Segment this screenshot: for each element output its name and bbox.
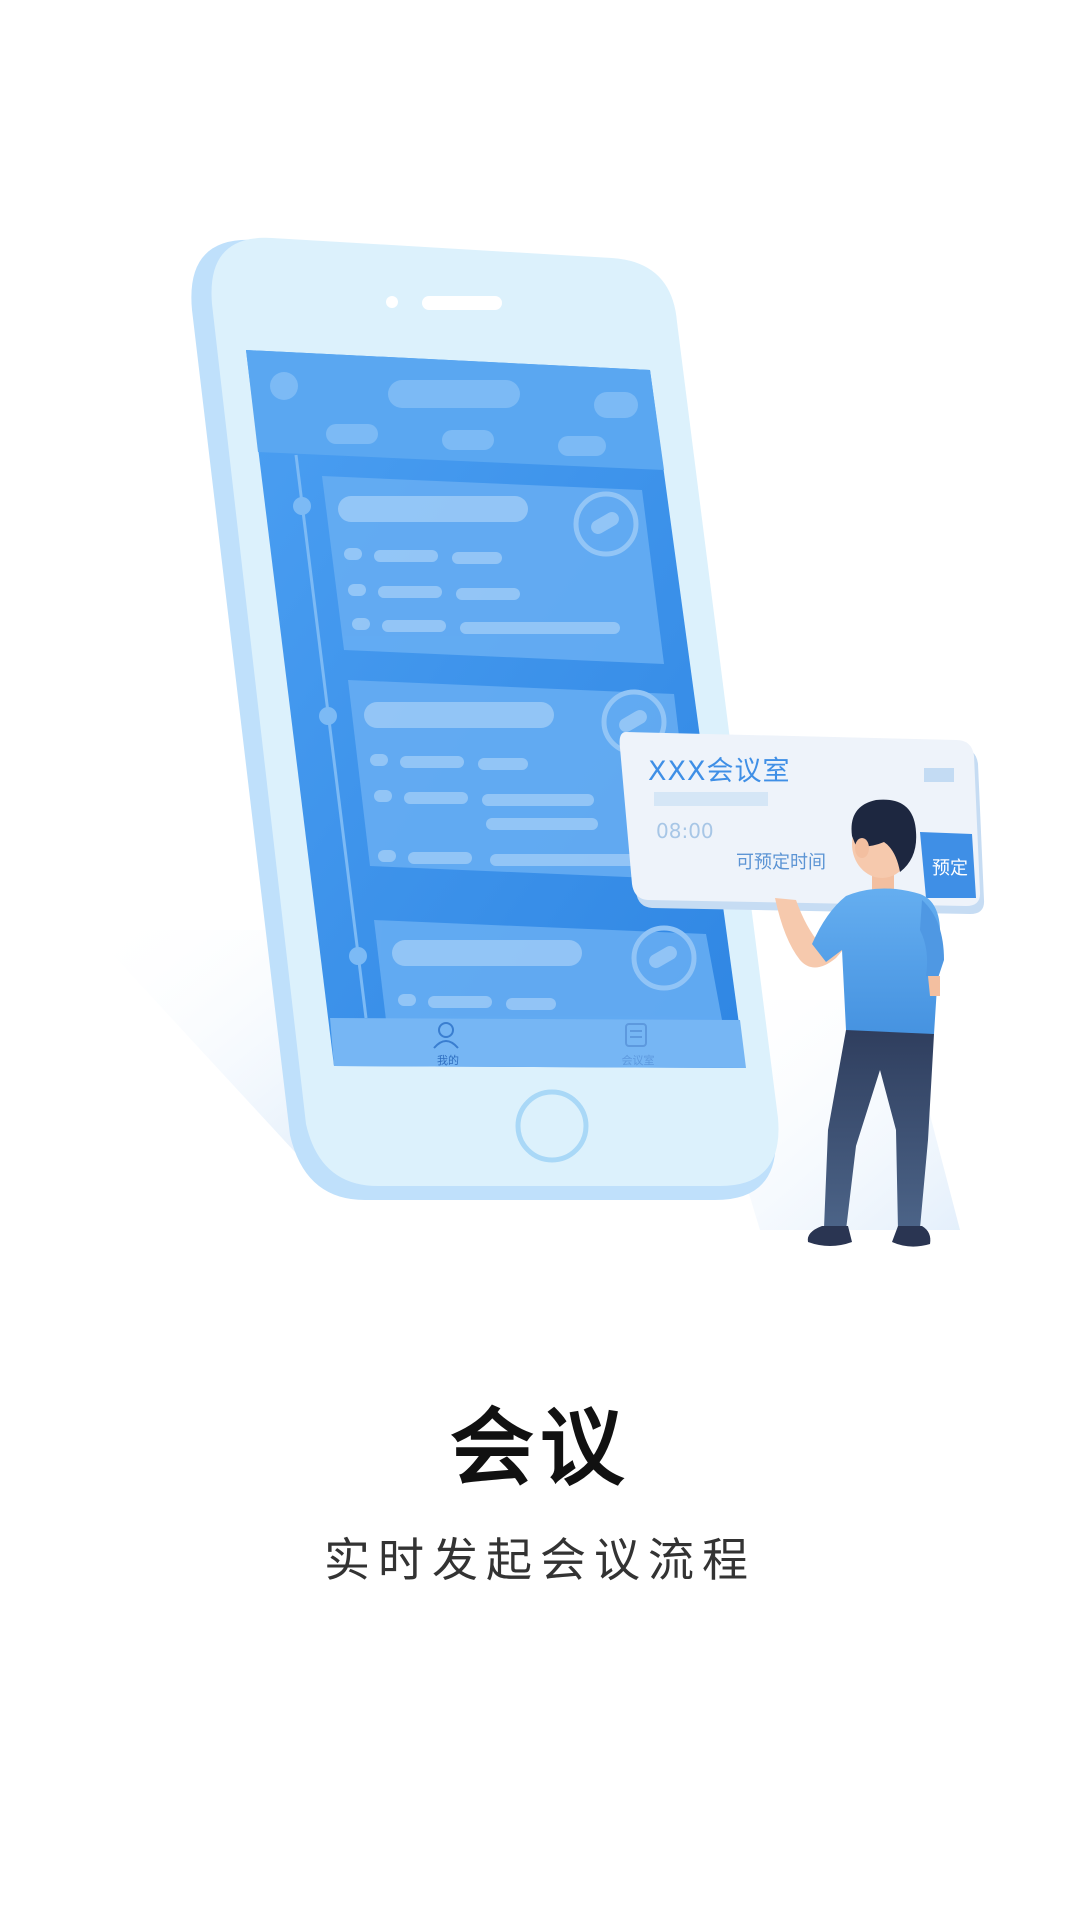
page-subtitle: 实时发起会议流程 [324, 1533, 756, 1587]
book-button-label: 预定 [932, 858, 968, 879]
availability-label: 可预定时间 [736, 852, 826, 873]
camera-dot [386, 296, 398, 308]
tab-label-my: 我的 [437, 1053, 459, 1067]
tab-label-meeting-room: 会议室 [622, 1053, 655, 1067]
time-label: 08:00 [656, 819, 714, 843]
page-title: 会议 [449, 1399, 630, 1497]
room-name-label: XXX会议室 [648, 756, 791, 787]
meeting-room-card: XXX会议室 08:00 可预定时间 预定 [619, 732, 985, 914]
onboarding-page: 我的 会议室 XXX会议室 08:00 可预定时间 预定 会议 实时发起会议流程 [0, 0, 1080, 1920]
speaker-slot [422, 296, 502, 310]
screen-list-card [374, 920, 722, 1020]
screen-list-card [322, 476, 664, 664]
meeting-illustration: 我的 会议室 XXX会议室 08:00 可预定时间 预定 [0, 0, 1080, 1300]
